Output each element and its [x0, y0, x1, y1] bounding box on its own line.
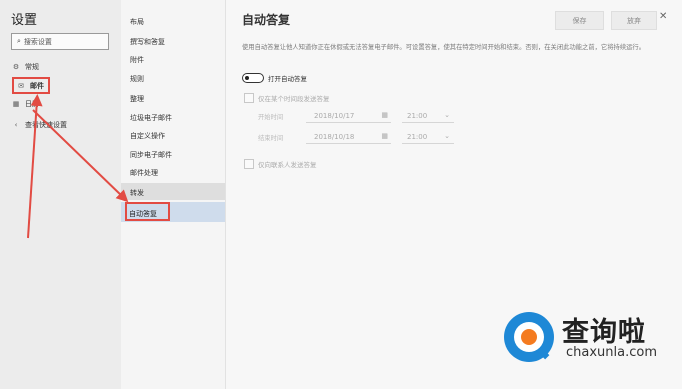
- toggle-knob: [245, 76, 249, 80]
- sidebar-item-mail[interactable]: ✉ 邮件: [12, 77, 50, 94]
- search-icon: ⌕: [17, 37, 21, 45]
- watermark-domain: chaxunla.com: [566, 345, 657, 360]
- discard-button[interactable]: 放弃: [611, 11, 657, 30]
- sidebar-item-label: 查看快速设置: [25, 121, 67, 129]
- end-date-picker[interactable]: 2018/10/18 ▦: [306, 130, 391, 144]
- menu-item-junk[interactable]: 垃圾电子邮件: [130, 113, 172, 123]
- watermark-logo: [504, 312, 554, 362]
- page-title: 自动答复: [242, 13, 291, 27]
- mail-settings-menu: 布局 撰写和答复 附件 规则 整理 垃圾电子邮件 自定义操作 同步电子邮件 邮件…: [121, 0, 226, 389]
- settings-title: 设置: [11, 13, 38, 28]
- menu-item-attachments[interactable]: 附件: [130, 55, 144, 65]
- time-range-label: 仅在某个时间段发送答复: [258, 95, 330, 103]
- description-text: 使用自动答复让他人知道你正在休假或无法答复电子邮件。可设置答复，使其在特定时间开…: [242, 44, 645, 51]
- contacts-only-label: 仅向联系人发送答复: [258, 161, 317, 169]
- calendar-icon: ▦: [381, 132, 388, 140]
- sidebar-item-calendar[interactable]: ▦ 日历: [10, 99, 39, 109]
- calendar-icon: ▦: [12, 100, 20, 108]
- start-time-value: 21:00: [407, 112, 428, 120]
- save-button[interactable]: 保存: [555, 11, 604, 30]
- calendar-icon: ▦: [381, 111, 388, 119]
- sidebar-item-quick-settings[interactable]: ‹ 查看快速设置: [10, 120, 67, 130]
- end-time-label: 结束时间: [258, 135, 284, 142]
- start-date-value: 2018/10/17: [314, 112, 355, 120]
- sidebar-item-general[interactable]: ⚙ 常规: [10, 62, 39, 72]
- gear-icon: ⚙: [12, 63, 20, 71]
- mail-icon: ✉: [18, 81, 24, 90]
- settings-search-input[interactable]: ⌕ 搜索设置: [11, 33, 109, 50]
- menu-item-rules[interactable]: 规则: [130, 74, 144, 84]
- menu-item-compose[interactable]: 撰写和答复: [130, 37, 165, 47]
- menu-item-label: 自动答复: [129, 210, 157, 218]
- close-icon[interactable]: ✕: [659, 11, 667, 22]
- menu-item-sync[interactable]: 同步电子邮件: [130, 150, 172, 160]
- auto-reply-toggle[interactable]: [242, 73, 264, 83]
- logo-core: [521, 329, 537, 345]
- end-time-value: 21:00: [407, 133, 428, 141]
- menu-item-forwarding[interactable]: 转发: [130, 188, 144, 198]
- menu-item-custom-actions[interactable]: 自定义操作: [130, 131, 165, 141]
- toggle-label: 打开自动答复: [268, 75, 307, 83]
- menu-item-layout[interactable]: 布局: [130, 17, 144, 27]
- sidebar-item-label: 常规: [25, 63, 39, 71]
- chevron-left-icon: ‹: [14, 121, 18, 129]
- menu-item-sweep[interactable]: 整理: [130, 94, 144, 104]
- watermark-name: 查询啦: [562, 317, 646, 348]
- search-placeholder: 搜索设置: [23, 37, 52, 46]
- end-date-value: 2018/10/18: [314, 133, 355, 141]
- contacts-only-checkbox[interactable]: [244, 159, 254, 169]
- start-date-picker[interactable]: 2018/10/17 ▦: [306, 109, 391, 123]
- chevron-down-icon: ⌄: [444, 111, 450, 119]
- start-time-select[interactable]: 21:00 ⌄: [402, 109, 454, 123]
- sidebar-item-label: 邮件: [30, 81, 44, 90]
- sidebar-item-label: 日历: [25, 100, 39, 108]
- start-time-label: 开始时间: [258, 114, 284, 121]
- end-time-select[interactable]: 21:00 ⌄: [402, 130, 454, 144]
- menu-item-handling[interactable]: 邮件处理: [130, 168, 158, 178]
- chevron-down-icon: ⌄: [444, 132, 450, 140]
- settings-sidebar: 设置 ⌕ 搜索设置 ⚙ 常规 ✉ 邮件 ▦ 日历 ‹ 查看快速设置: [0, 0, 122, 389]
- time-range-checkbox[interactable]: [244, 93, 254, 103]
